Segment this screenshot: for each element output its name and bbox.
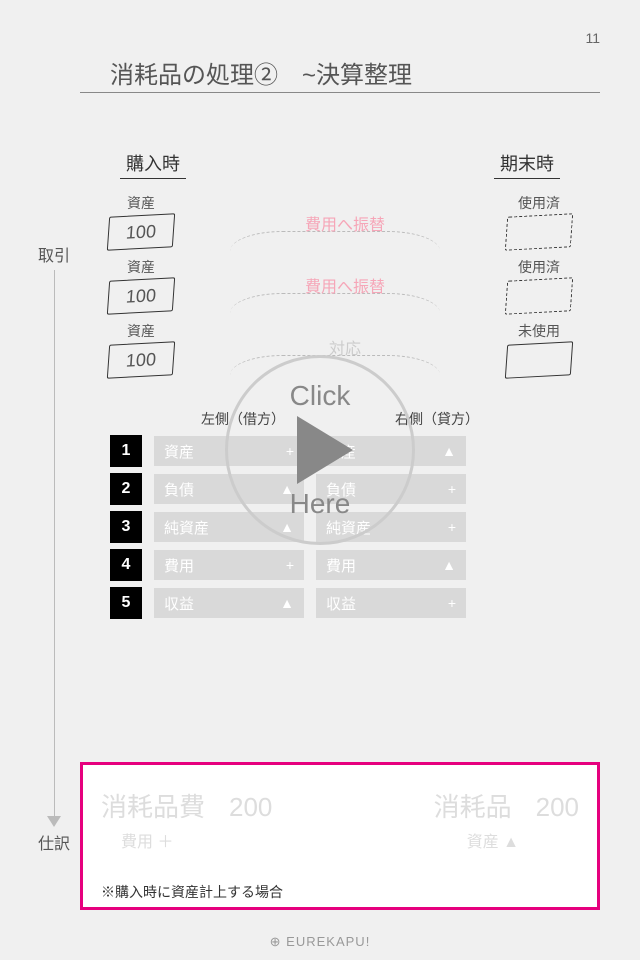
debit-cell: 費用+ <box>154 550 304 580</box>
asset-label: 資産 <box>108 257 174 277</box>
col-head-periodend: 期末時 <box>494 150 560 179</box>
row-number: 1 <box>110 435 142 467</box>
journal-credit: 消耗品 200 <box>434 787 579 824</box>
journal-debit: 消耗品費 200 <box>101 787 272 824</box>
asset-left-group: 資産 100 資産 100 資産 100 <box>108 187 174 385</box>
journal-sub-row: 費用 ＋ 資産 ▲ <box>101 824 579 852</box>
asset-label: 使用済 <box>506 193 572 213</box>
coupon-dashed-icon <box>505 213 573 250</box>
transfer-label: 費用へ振替 <box>255 211 435 235</box>
timeline-arrow-icon <box>47 816 61 827</box>
asset-label: 未使用 <box>506 321 572 341</box>
journal-credit-sub: 資産 ▲ <box>467 828 519 852</box>
journal-row: 消耗品費 200 消耗品 200 <box>101 777 579 824</box>
col-head-purchase: 購入時 <box>120 150 186 179</box>
asset-right-group: 使用済 使用済 未使用 <box>506 187 572 385</box>
table-row: 5 収益▲ 収益+ <box>110 587 600 619</box>
footer-brand: ⊕ EUREKAPU! <box>0 934 640 950</box>
row-number: 3 <box>110 511 142 543</box>
side-label-shiwake: 仕訳 <box>38 830 70 854</box>
journal-credit-account: 消耗品 <box>434 787 512 824</box>
journal-credit-amount: 200 <box>536 792 579 823</box>
asset-label: 資産 <box>108 193 174 213</box>
page-number: 11 <box>585 30 600 46</box>
row-number: 2 <box>110 473 142 505</box>
transfer-label: 対応 <box>255 335 435 359</box>
journal-debit-amount: 200 <box>229 792 272 823</box>
row-number: 4 <box>110 549 142 581</box>
credit-cell: 収益+ <box>316 588 466 618</box>
journal-entry-box: 消耗品費 200 消耗品 200 費用 ＋ 資産 ▲ ※購入時に資産計上する場合 <box>80 762 600 910</box>
play-icon <box>297 416 353 484</box>
transfer-arrow-icon <box>230 293 440 333</box>
transfer-arrow-icon <box>230 231 440 271</box>
coupon-icon: 100 <box>107 213 175 250</box>
asset-label: 使用済 <box>506 257 572 277</box>
asset-label: 資産 <box>108 321 174 341</box>
journal-debit-account: 消耗品費 <box>101 787 205 824</box>
play-text-top: Click <box>290 380 351 412</box>
coupon-empty-icon <box>505 341 573 378</box>
journal-note: ※購入時に資産計上する場合 <box>101 882 579 902</box>
credit-cell: 費用▲ <box>316 550 466 580</box>
transfer-label: 費用へ振替 <box>255 273 435 297</box>
title-rule <box>80 92 600 93</box>
coupon-icon: 100 <box>107 341 175 378</box>
row-number: 5 <box>110 587 142 619</box>
debit-cell: 収益▲ <box>154 588 304 618</box>
side-label-torihiki: 取引 <box>38 242 70 266</box>
play-button[interactable]: Click Here <box>225 355 415 545</box>
table-row: 4 費用+ 費用▲ <box>110 549 600 581</box>
coupon-icon: 100 <box>107 277 175 314</box>
column-headers: 購入時 期末時 <box>80 150 600 179</box>
coupon-dashed-icon <box>505 277 573 314</box>
play-text-bottom: Here <box>290 488 351 520</box>
journal-debit-sub: 費用 ＋ <box>121 828 173 852</box>
page-title: 消耗品の処理② ~決算整理 <box>110 55 412 90</box>
timeline-line <box>54 270 55 818</box>
